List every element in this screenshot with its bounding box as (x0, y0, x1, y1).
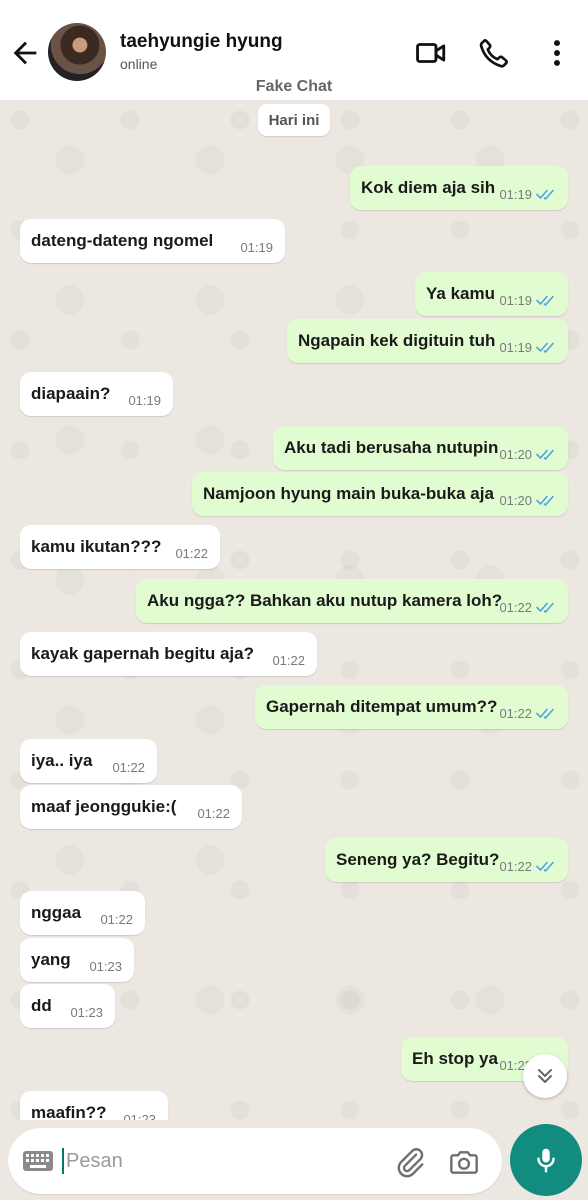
phone-icon[interactable] (477, 36, 511, 70)
message-outgoing[interactable]: Aku ngga?? Bahkan aku nutup kamera loh? … (136, 579, 568, 623)
contact-status: online (120, 56, 158, 72)
message-text: diapaain? (31, 384, 111, 403)
message-incoming[interactable]: dateng-dateng ngomel 01:19 (20, 219, 285, 263)
message-incoming[interactable]: yang 01:23 (20, 938, 134, 982)
scroll-to-bottom-button[interactable] (523, 1054, 567, 1098)
message-time: 01:20 (499, 493, 532, 508)
keyboard-icon[interactable] (22, 1149, 54, 1173)
date-chip: Hari ini (258, 104, 330, 136)
paperclip-icon[interactable] (394, 1146, 426, 1178)
message-text: Namjoon hyung main buka-buka aja (203, 484, 494, 503)
message-time: 01:19 (499, 340, 532, 355)
read-receipt-icon (536, 342, 554, 354)
message-outgoing[interactable]: Ngapain kek digituin tuh 01:19 (287, 319, 568, 363)
message-time: 01:19 (499, 293, 532, 308)
more-vert-icon[interactable] (540, 36, 574, 70)
message-text: iya.. iya (31, 751, 93, 770)
fake-chat-watermark: Fake Chat (255, 78, 333, 95)
message-text: Gapernah ditempat umum?? (266, 697, 498, 716)
message-composer (8, 1128, 502, 1194)
message-text: yang (31, 950, 71, 969)
message-incoming[interactable]: maaf jeonggukie:( 01:22 (20, 785, 242, 829)
mic-icon (537, 1148, 555, 1173)
message-time: 01:19 (240, 240, 273, 255)
message-outgoing[interactable]: Seneng ya? Begitu? 01:22 (325, 838, 568, 882)
message-text: Ngapain kek digituin tuh (298, 331, 496, 350)
read-receipt-icon (536, 295, 554, 307)
message-text: maaf jeonggukie:( (31, 797, 177, 816)
message-text: Ya kamu (426, 284, 495, 303)
read-receipt-icon (536, 708, 554, 720)
contact-name[interactable]: taehyungie hyung (120, 31, 283, 53)
chat-header: taehyungie hyung online Fake Chat (0, 0, 588, 100)
message-outgoing[interactable]: Ya kamu 01:19 (415, 272, 568, 316)
message-time: 01:20 (499, 447, 532, 462)
message-incoming[interactable]: dd 01:23 (20, 984, 115, 1028)
message-text: nggaa (31, 903, 82, 922)
read-receipt-icon (536, 861, 554, 873)
contact-avatar[interactable] (48, 23, 106, 81)
message-outgoing[interactable]: Namjoon hyung main buka-buka aja 01:20 (192, 472, 568, 516)
video-call-icon[interactable] (414, 36, 448, 70)
message-time: 01:22 (499, 600, 532, 615)
message-incoming[interactable]: diapaain? 01:19 (20, 372, 173, 416)
message-time: 01:22 (175, 546, 208, 561)
message-text: kamu ikutan??? (31, 537, 162, 556)
message-outgoing[interactable]: Aku tadi berusaha nutupin 01:20 (273, 426, 568, 470)
message-text: dateng-dateng ngomel (31, 231, 214, 250)
message-text: kayak gapernah begitu aja? (31, 644, 254, 663)
message-time: 01:22 (197, 806, 230, 821)
message-time: 01:22 (499, 706, 532, 721)
camera-icon[interactable] (448, 1146, 480, 1178)
message-incoming[interactable]: nggaa 01:22 (20, 891, 145, 935)
message-time: 01:22 (499, 859, 532, 874)
message-input[interactable] (66, 1144, 366, 1178)
message-text: Aku ngga?? Bahkan aku nutup kamera loh? (147, 591, 503, 610)
read-receipt-icon (536, 189, 554, 201)
message-text: Kok diem aja sih (361, 178, 496, 197)
message-time: 01:23 (89, 959, 122, 974)
message-time: 01:22 (100, 912, 133, 927)
message-text: dd (31, 996, 52, 1015)
message-text: maafin?? (31, 1103, 107, 1120)
message-incoming[interactable]: maafin?? 01:23 (20, 1091, 168, 1120)
message-time: 01:23 (123, 1112, 156, 1120)
message-text: Seneng ya? Begitu? (336, 850, 500, 869)
mic-button[interactable] (510, 1124, 582, 1196)
chat-area[interactable]: Hari ini Kok diem aja sih 01:19 dateng-d… (0, 100, 588, 1120)
read-receipt-icon (536, 495, 554, 507)
message-incoming[interactable]: kamu ikutan??? 01:22 (20, 525, 220, 569)
message-incoming[interactable]: kayak gapernah begitu aja? 01:22 (20, 632, 317, 676)
message-time: 01:22 (112, 760, 145, 775)
text-cursor (62, 1148, 64, 1174)
input-bar (0, 1120, 588, 1200)
message-time: 01:19 (128, 393, 161, 408)
message-time: 01:23 (70, 1005, 103, 1020)
message-time: 01:22 (272, 653, 305, 668)
message-text: Aku tadi berusaha nutupin (284, 438, 499, 457)
message-time: 01:19 (499, 187, 532, 202)
read-receipt-icon (536, 449, 554, 461)
message-incoming[interactable]: iya.. iya 01:22 (20, 739, 157, 783)
back-arrow-icon[interactable] (8, 36, 42, 70)
message-outgoing[interactable]: Gapernah ditempat umum?? 01:22 (255, 685, 568, 729)
message-text: Eh stop ya (412, 1049, 498, 1068)
read-receipt-icon (536, 602, 554, 614)
chevrons-down-icon (538, 1069, 552, 1083)
message-outgoing[interactable]: Kok diem aja sih 01:19 (350, 166, 568, 210)
